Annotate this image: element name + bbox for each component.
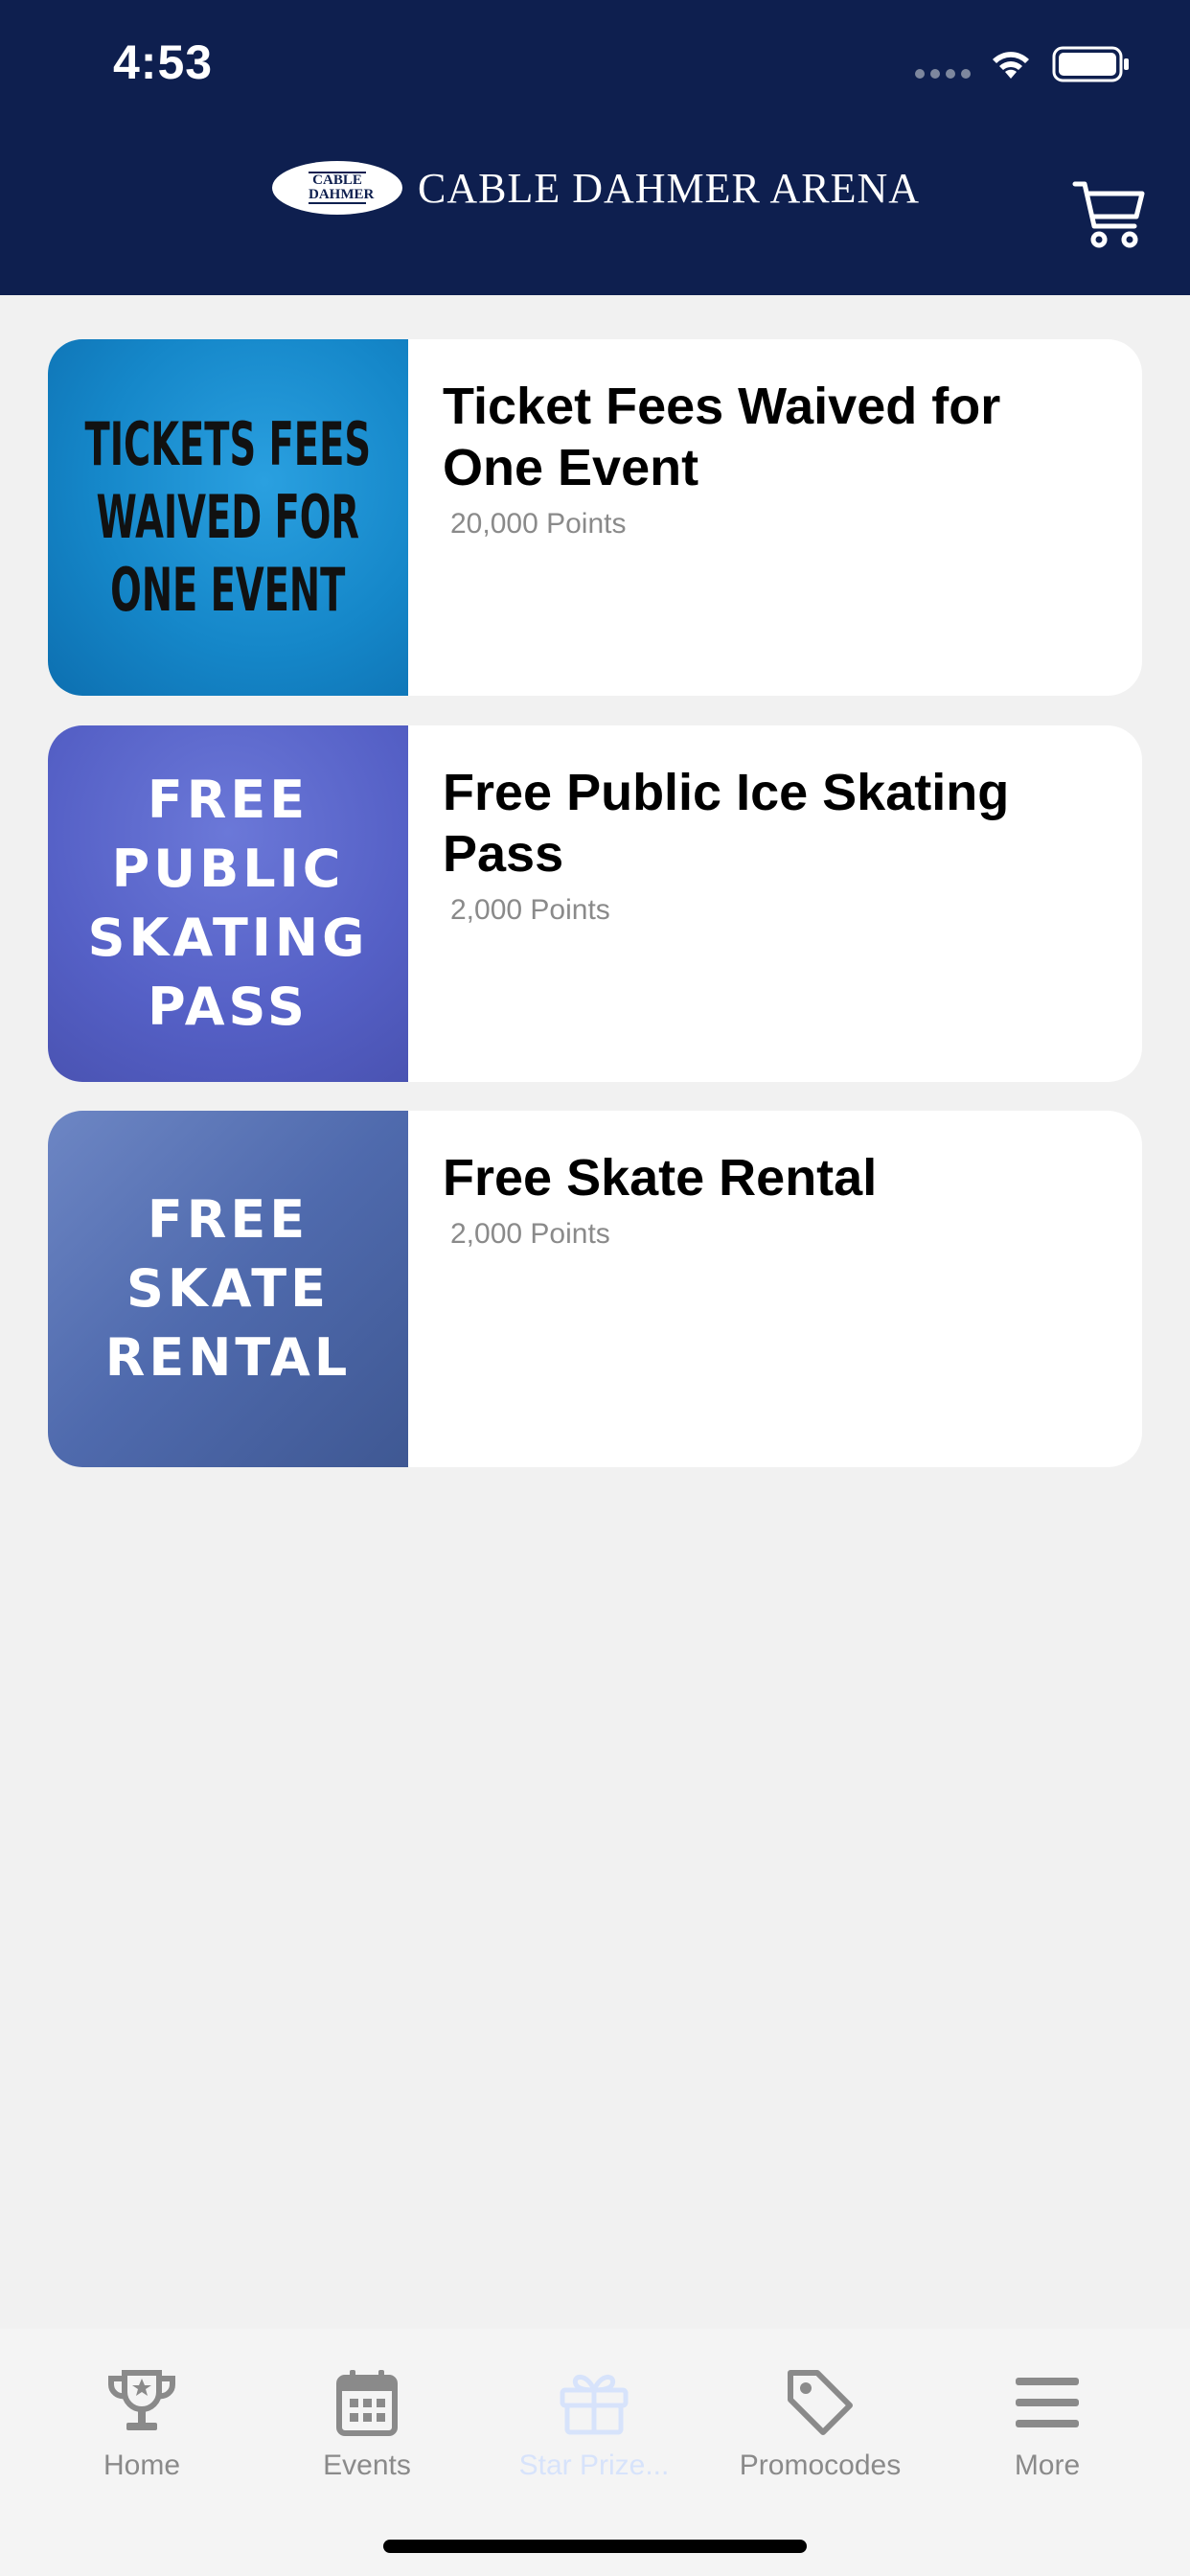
tab-label: Promocodes xyxy=(739,2450,902,2481)
logo-badge: CABLE DAHMER xyxy=(272,161,402,215)
reward-points: 2,000 Points xyxy=(450,1218,610,1250)
tab-home[interactable]: Home xyxy=(27,2359,257,2482)
reward-title: Free Skate Rental xyxy=(443,1149,878,1207)
battery-icon xyxy=(1052,46,1129,82)
app-header: 4:53 CABLE DAHMER CABLE DAHMER ARENA xyxy=(0,0,1190,295)
menu-icon xyxy=(1016,2378,1079,2427)
reward-image-text: FREE PUBLIC SKATING PASS xyxy=(87,770,369,1037)
reward-card[interactable]: FREE SKATE RENTAL Free Skate Rental 2,000 … xyxy=(48,1111,1142,1467)
reward-image: FREE PUBLIC SKATING PASS xyxy=(48,725,408,1082)
tab-label: Home xyxy=(103,2450,181,2481)
reward-card[interactable]: FREE PUBLIC SKATING PASS Free Public Ice Sk… xyxy=(48,725,1142,1082)
calendar-icon xyxy=(336,2370,398,2436)
home-indicator xyxy=(383,2540,807,2553)
reward-title: Free Public Ice Skating Pass xyxy=(443,764,1010,883)
status-time: 4:53 xyxy=(113,35,214,89)
reward-points: 20,000 Points xyxy=(450,508,627,540)
trophy-icon xyxy=(107,2370,176,2430)
reward-image-text: FREE SKATE RENTAL xyxy=(104,1189,352,1388)
tab-events[interactable]: Events xyxy=(252,2359,482,2482)
reward-image-text: TICKETS FEES WAIVED FOR ONE EVENT xyxy=(84,409,372,625)
tab-more[interactable]: More xyxy=(932,2359,1162,2482)
logo-text: CABLE DAHMER ARENA xyxy=(418,164,921,212)
tab-label: Star Prize... xyxy=(518,2450,670,2481)
cellular-signal-icon xyxy=(915,69,971,79)
reward-points: 2,000 Points xyxy=(450,894,610,926)
tab-label: Events xyxy=(323,2450,411,2481)
tab-label: More xyxy=(1014,2450,1081,2481)
shopping-cart-icon[interactable] xyxy=(1071,178,1148,251)
logo-badge-text: CABLE DAHMER xyxy=(309,172,375,204)
tab-promocodes[interactable]: Promocodes xyxy=(705,2359,935,2482)
tag-icon xyxy=(788,2370,853,2435)
reward-title: Ticket Fees Waived for One Event xyxy=(443,378,1001,496)
reward-image: FREE SKATE RENTAL xyxy=(48,1111,408,1467)
reward-card[interactable]: TICKETS FEES WAIVED FOR ONE EVENT Ticket F… xyxy=(48,339,1142,696)
tab-star-prizes[interactable]: Star Prize... xyxy=(479,2359,709,2482)
wifi-icon xyxy=(993,52,1029,79)
reward-image: TICKETS FEES WAIVED FOR ONE EVENT xyxy=(48,339,408,696)
gift-icon xyxy=(560,2375,629,2435)
arena-logo: CABLE DAHMER CABLE DAHMER ARENA xyxy=(272,161,920,215)
